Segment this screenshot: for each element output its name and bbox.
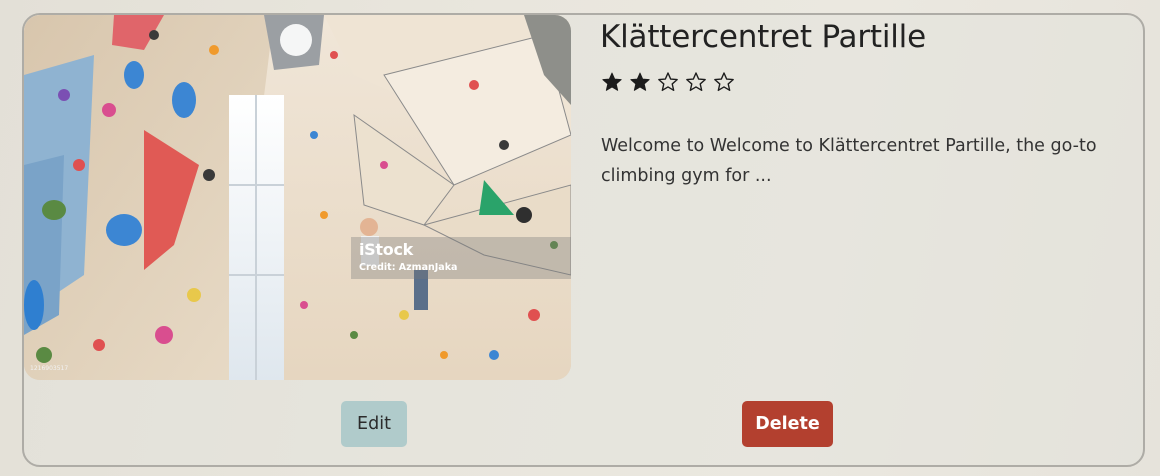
star-rating: [601, 71, 735, 93]
star-filled-icon: [602, 72, 622, 91]
photo-id: 1216903517: [30, 365, 69, 372]
gym-photo: iStock Credit: AzmanJaka 1216903517: [24, 15, 571, 380]
watermark: iStock Credit: AzmanJaka: [351, 237, 571, 279]
gym-description: Welcome to Welcome to Klättercentret Par…: [601, 136, 1097, 186]
edit-button[interactable]: Edit: [341, 401, 407, 447]
delete-button[interactable]: Delete: [742, 401, 833, 447]
star-empty-icon: [714, 72, 734, 92]
star-filled-icon: [630, 72, 650, 91]
star-empty-icon: [658, 72, 678, 92]
gym-title: Klättercentret Partille: [600, 19, 926, 55]
watermark-brand: iStock: [359, 240, 413, 259]
star-empty-icon: [686, 72, 706, 92]
watermark-credit: Credit: AzmanJaka: [359, 262, 458, 273]
gym-card: iStock Credit: AzmanJaka 1216903517 Klät…: [22, 13, 1145, 467]
climbing-wall-image: [24, 15, 571, 380]
